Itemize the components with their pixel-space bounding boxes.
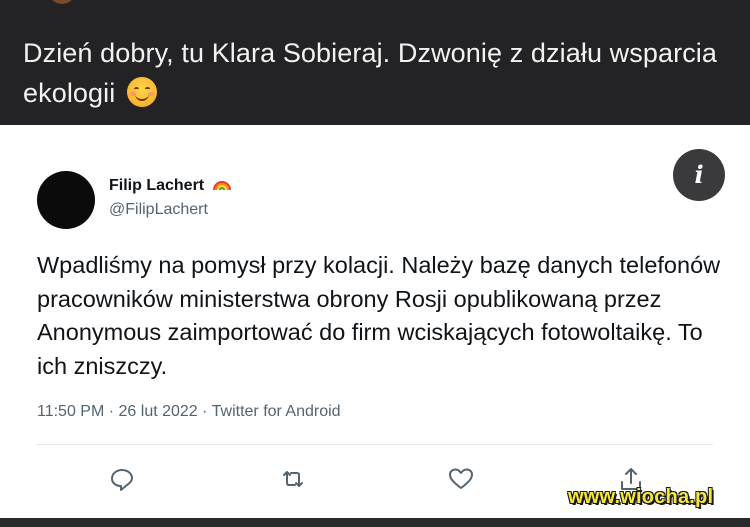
bottom-bar — [0, 518, 750, 527]
tweet-text: Wpadliśmy na pomysł przy kolacji. Należy… — [37, 252, 721, 379]
post-header: Dzień dobry, tu Klara Sobieraj. Dzwonię … — [0, 0, 750, 125]
retweet-icon[interactable] — [279, 465, 307, 493]
rainbow-icon — [212, 181, 231, 191]
tweet-author-handle[interactable]: @FilipLachert — [109, 201, 208, 219]
watermark: www.wiocha.pl — [568, 486, 714, 508]
tweet-author-name[interactable]: Filip Lachert — [109, 177, 231, 195]
tweet-author-name-text[interactable]: Filip Lachert — [109, 177, 204, 194]
divider — [37, 444, 713, 445]
tweet-meta: 11:50 PM · 26 lut 2022 · Twitter for And… — [37, 403, 341, 420]
smiling-face-emoji-icon — [126, 77, 157, 107]
post-caption: Dzień dobry, tu Klara Sobieraj. Dzwonię … — [23, 33, 723, 113]
like-icon[interactable] — [447, 465, 475, 493]
reply-icon[interactable] — [108, 465, 136, 493]
tweet-card: Filip Lachert @FilipLachert i Wpadliśmy … — [0, 125, 750, 518]
info-icon[interactable]: i — [673, 149, 725, 201]
tweet-author-avatar[interactable] — [37, 171, 95, 229]
poster-avatar[interactable] — [48, 0, 76, 4]
